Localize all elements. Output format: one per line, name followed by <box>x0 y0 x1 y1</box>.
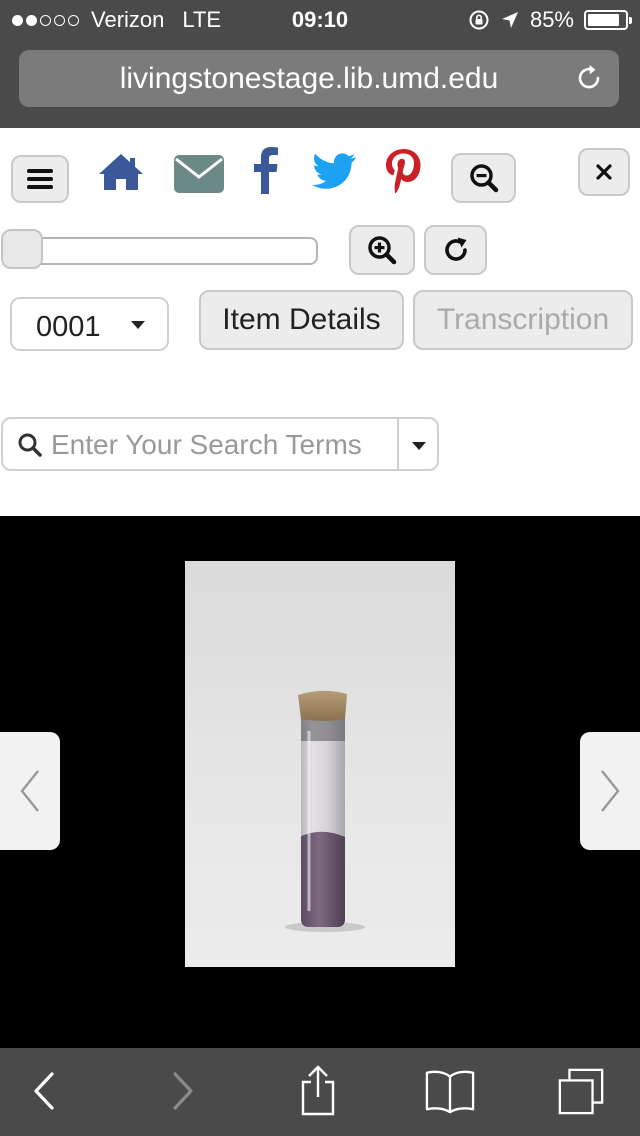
bookmarks-icon <box>425 1070 475 1114</box>
envelope-icon <box>174 155 224 193</box>
browser-chrome: Verizon LTE 09:10 85% livingstonestage.l… <box>0 0 640 128</box>
back-button[interactable] <box>19 1066 69 1116</box>
vial-image <box>285 690 365 932</box>
item-photo <box>185 561 455 967</box>
tabs-button[interactable] <box>556 1066 606 1116</box>
search-box[interactable] <box>1 417 439 471</box>
reload-icon[interactable] <box>573 62 605 94</box>
pinterest-icon <box>386 149 421 193</box>
status-right: 85% <box>468 7 632 33</box>
chevron-right-icon <box>601 770 620 812</box>
chevron-down-icon <box>412 442 426 450</box>
location-arrow-icon <box>501 12 518 28</box>
chevron-left-icon <box>20 770 39 812</box>
zoom-out-button[interactable] <box>451 153 516 203</box>
menu-button[interactable] <box>11 155 69 203</box>
transcription-button[interactable]: Transcription <box>413 290 633 350</box>
home-icon <box>99 154 143 190</box>
previous-page-button[interactable] <box>0 732 60 850</box>
chevron-down-icon <box>131 321 145 329</box>
close-button[interactable] <box>578 148 630 196</box>
forward-icon <box>173 1072 193 1110</box>
close-icon <box>596 164 612 180</box>
zoom-in-button[interactable] <box>349 225 415 275</box>
zoom-slider-track[interactable] <box>4 237 318 265</box>
battery-percent: 85% <box>529 7 574 32</box>
bookmarks-button[interactable] <box>425 1066 475 1116</box>
share-button[interactable] <box>293 1065 343 1116</box>
tabs-icon <box>558 1068 604 1115</box>
item-details-button[interactable]: Item Details <box>199 290 404 350</box>
twitter-share-button[interactable] <box>309 152 357 192</box>
zoom-in-icon <box>368 236 397 265</box>
back-icon <box>34 1072 54 1110</box>
battery-fill <box>588 14 619 26</box>
zoom-slider-handle[interactable] <box>1 229 43 269</box>
forward-button[interactable] <box>158 1066 208 1116</box>
rotate-icon <box>444 237 467 261</box>
email-share-button[interactable] <box>173 154 225 194</box>
hamburger-menu-icon <box>27 169 53 189</box>
search-input[interactable] <box>49 427 393 463</box>
facebook-icon <box>254 147 278 194</box>
rotation-lock-icon <box>469 10 489 30</box>
next-page-button[interactable] <box>580 732 640 850</box>
search-icon <box>18 433 42 457</box>
image-viewer[interactable] <box>0 516 640 1048</box>
battery-nub <box>629 17 632 24</box>
pinterest-share-button[interactable] <box>384 148 422 194</box>
rotate-button[interactable] <box>424 225 487 275</box>
url-text[interactable]: livingstonestage.lib.umd.edu <box>19 62 559 96</box>
battery-icon <box>584 10 632 30</box>
twitter-icon <box>312 153 356 189</box>
page-select[interactable]: 0001 <box>10 297 169 351</box>
page-select-value: 0001 <box>36 311 101 343</box>
share-icon <box>301 1065 335 1116</box>
safari-toolbar <box>0 1048 640 1136</box>
facebook-share-button[interactable] <box>253 146 281 194</box>
home-button[interactable] <box>97 152 145 192</box>
zoom-out-icon <box>469 164 498 193</box>
search-options-dropdown[interactable] <box>399 419 439 469</box>
address-bar[interactable]: livingstonestage.lib.umd.edu <box>19 50 619 107</box>
status-bar: Verizon LTE 09:10 85% <box>0 0 640 40</box>
